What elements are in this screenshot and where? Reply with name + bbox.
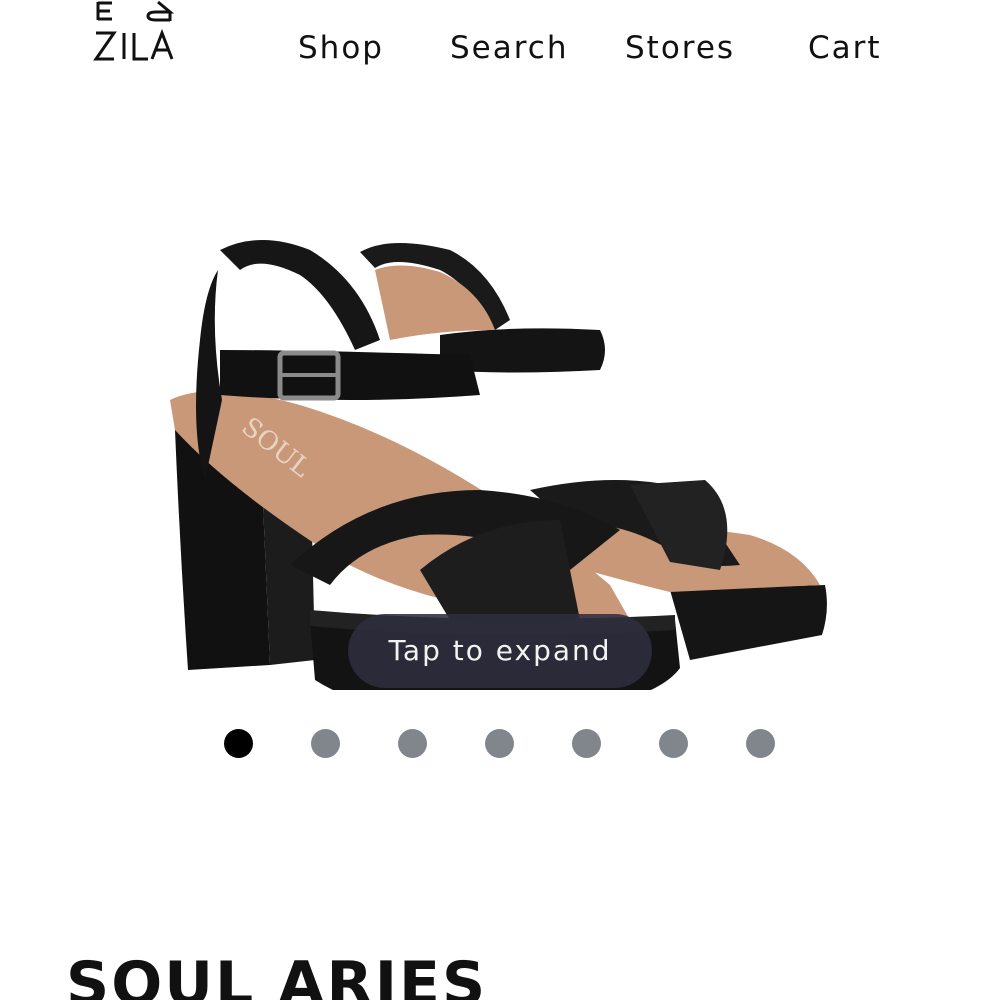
carousel-dot-1[interactable] — [224, 729, 253, 758]
carousel-dot-3[interactable] — [398, 729, 427, 758]
carousel-pagination — [0, 729, 1000, 759]
carousel-dot-6[interactable] — [659, 729, 688, 758]
site-header: Shop Search Stores Cart — [0, 0, 1000, 95]
nav-cart-link[interactable]: Cart — [808, 25, 882, 71]
main-nav: Shop Search Stores Cart — [0, 25, 1000, 71]
product-image-carousel[interactable]: SOUL Tap to expand — [0, 150, 1000, 710]
nav-stores-link[interactable]: Stores — [625, 25, 735, 71]
tap-to-expand-button[interactable]: Tap to expand — [348, 614, 652, 688]
nav-shop-link[interactable]: Shop — [298, 25, 384, 71]
cropped-banner-fragment — [505, 0, 685, 1]
carousel-dot-7[interactable] — [746, 729, 775, 758]
carousel-dot-5[interactable] — [572, 729, 601, 758]
product-page: Shop Search Stores Cart SOUL Tap to expa… — [0, 0, 1000, 1000]
nav-search-link[interactable]: Search — [450, 25, 569, 71]
carousel-dot-2[interactable] — [311, 729, 340, 758]
product-title: SOUL ARIES — [66, 949, 488, 1000]
carousel-dot-4[interactable] — [485, 729, 514, 758]
